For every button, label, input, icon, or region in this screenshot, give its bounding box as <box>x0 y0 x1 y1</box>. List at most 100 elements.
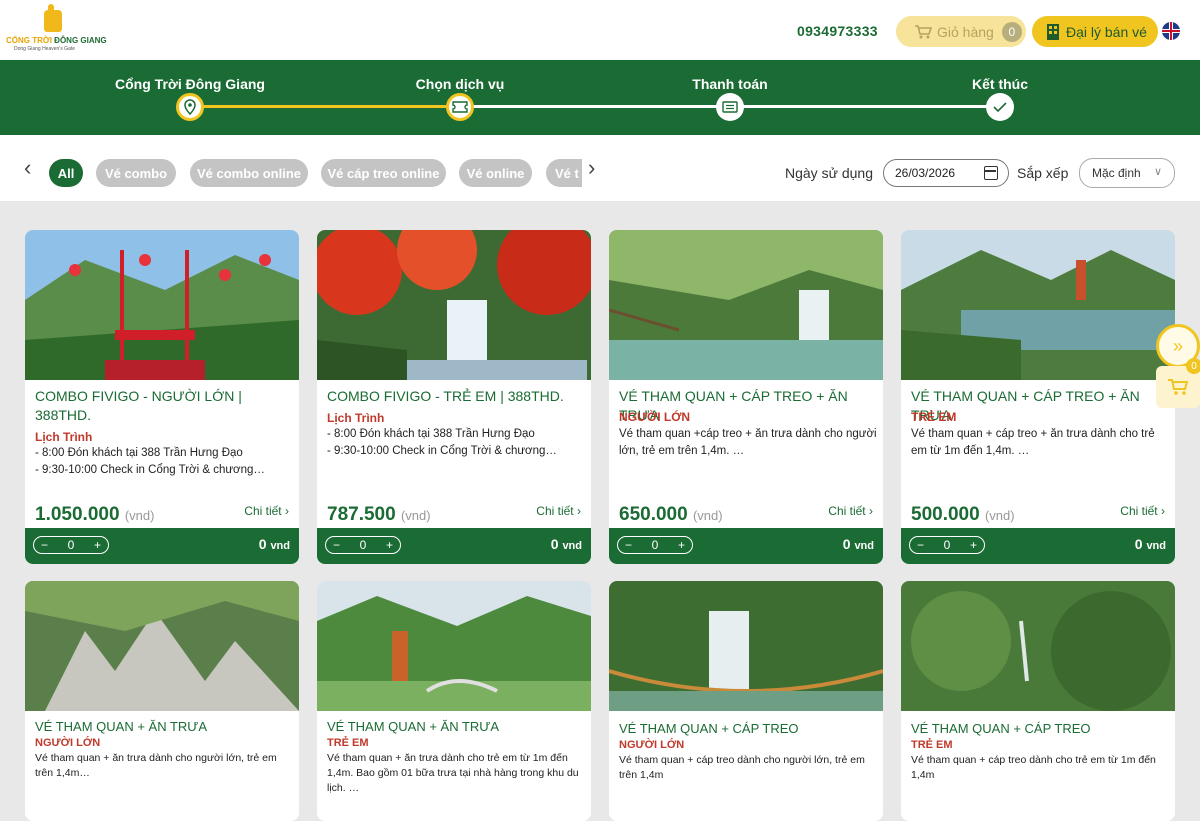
cart-icon <box>1168 379 1189 395</box>
card-footer: −0 + 0 vnd <box>901 528 1175 564</box>
product-title: VÉ THAM QUAN + CÁP TREO <box>911 721 1091 736</box>
product-subtitle: Lịch Trình <box>327 411 385 425</box>
detail-link[interactable]: Chi tiết › <box>828 504 873 518</box>
line-total: 0 vnd <box>842 536 874 552</box>
product-subtitle: TRẺ EM <box>911 410 957 424</box>
plus-icon[interactable]: + <box>386 538 393 552</box>
check-icon <box>986 93 1014 121</box>
product-image <box>609 230 883 380</box>
quantity-stepper[interactable]: −0 + <box>33 536 109 554</box>
minus-icon[interactable]: − <box>333 538 340 552</box>
filter-bar: ‹ All Vé combo Vé combo online Vé cáp tr… <box>0 135 1200 201</box>
product-card[interactable]: VÉ THAM QUAN + CÁP TREO NGƯỜI LỚN Vé tha… <box>609 581 883 821</box>
product-image <box>901 581 1175 711</box>
product-description: Vé tham quan + ăn trưa dành cho trẻ em t… <box>327 752 579 794</box>
minus-icon[interactable]: − <box>917 538 924 552</box>
chip-ve-online[interactable]: Vé online <box>459 159 532 187</box>
chevron-left-icon[interactable]: ‹ <box>24 157 31 179</box>
header: CỔNG TRỜI ĐÔNG GIANG Dong Giang Heaven's… <box>0 0 1200 60</box>
chip-ve-combo-online[interactable]: Vé combo online <box>190 159 308 187</box>
product-description: Vé tham quan + cáp treo dành cho trẻ em … <box>911 754 1156 781</box>
product-card[interactable]: VÉ THAM QUAN + CÁP TREO + ĂN TRƯA NGƯỜI … <box>609 230 883 564</box>
sort-label: Sắp xếp <box>1017 165 1069 181</box>
product-title: VÉ THAM QUAN + ĂN TRƯA <box>35 719 208 734</box>
cart-label: Giỏ hàng <box>937 23 994 40</box>
agent-label: Đại lý bán vé <box>1066 23 1147 40</box>
card-footer: −0 + 0 vnd <box>609 528 883 564</box>
product-title: COMBO FIVIGO - NGƯỜI LỚN | 388THD. <box>35 388 242 423</box>
product-card[interactable]: COMBO FIVIGO - NGƯỜI LỚN | 388THD. Lịch … <box>25 230 299 564</box>
product-description: - 8:00 Đón khách tại 388 Trần Hưng Đạo -… <box>35 447 265 476</box>
product-subtitle: TRẺ EM <box>911 739 953 751</box>
cart-button[interactable]: Giỏ hàng 0 <box>896 16 1026 47</box>
product-image <box>317 230 591 380</box>
product-description: Vé tham quan + cáp treo + ăn trưa dành c… <box>911 428 1155 457</box>
date-label: Ngày sử dụng <box>785 165 873 181</box>
hotline-phone[interactable]: 0934973333 <box>797 23 878 39</box>
product-card[interactable]: VÉ THAM QUAN + ĂN TRƯA NGƯỜI LỚN Vé tham… <box>25 581 299 821</box>
floating-widget: » 0 <box>1156 320 1200 410</box>
uk-flag-icon[interactable] <box>1162 22 1180 40</box>
thumbs-up-logo-icon <box>44 4 62 32</box>
sort-select[interactable]: Mặc định ∨ <box>1079 158 1175 188</box>
minus-icon[interactable]: − <box>41 538 48 552</box>
quantity-stepper[interactable]: −0 + <box>617 536 693 554</box>
logo[interactable]: CỔNG TRỜI ĐÔNG GIANG Dong Giang Heaven's… <box>6 4 107 54</box>
payment-icon <box>716 93 744 121</box>
step-4: Kết thúc <box>920 60 1080 121</box>
product-card[interactable]: VÉ THAM QUAN + CÁP TREO TRẺ EM Vé tham q… <box>901 581 1175 821</box>
product-image <box>901 230 1175 380</box>
product-subtitle: TRẺ EM <box>327 737 369 749</box>
product-image <box>609 581 883 711</box>
product-card[interactable]: COMBO FIVIGO - TRẺ EM | 388THD. Lịch Trì… <box>317 230 591 564</box>
product-price: 1.050.000 (vnd) <box>35 504 155 525</box>
product-card[interactable]: VÉ THAM QUAN + ĂN TRƯA TRẺ EM Vé tham qu… <box>317 581 591 821</box>
product-card[interactable]: VÉ THAM QUAN + CÁP TREO + ĂN TRƯA TRẺ EM… <box>901 230 1175 564</box>
chip-ve-combo[interactable]: Vé combo <box>96 159 176 187</box>
step-3: Thanh toán <box>650 60 810 121</box>
product-subtitle: NGƯỜI LỚN <box>619 739 685 751</box>
product-price: 650.000 (vnd) <box>619 504 723 525</box>
product-description: - 8:00 Đón khách tại 388 Trần Hưng Đạo -… <box>327 428 557 457</box>
step-1: Cổng Trời Đông Giang <box>110 60 270 121</box>
product-image <box>25 581 299 711</box>
step-progress-done <box>190 105 460 108</box>
checkout-steps: Cổng Trời Đông Giang Chọn dịch vụ Thanh … <box>0 60 1200 135</box>
line-total: 0 vnd <box>550 536 582 552</box>
agent-button[interactable]: Đại lý bán vé <box>1032 16 1158 47</box>
chip-ve-truncated[interactable]: Vé t <box>546 159 582 187</box>
product-image <box>317 581 591 711</box>
plus-icon[interactable]: + <box>678 538 685 552</box>
card-footer: −0 + 0 vnd <box>25 528 299 564</box>
chevron-right-icon[interactable]: › <box>588 157 595 179</box>
line-total: 0 vnd <box>1134 536 1166 552</box>
minus-icon[interactable]: − <box>625 538 632 552</box>
map-pin-icon <box>176 93 204 121</box>
detail-link[interactable]: Chi tiết › <box>536 504 581 518</box>
product-subtitle: Lịch Trình <box>35 430 93 444</box>
product-price: 787.500 (vnd) <box>327 504 431 525</box>
quantity-stepper[interactable]: −0 + <box>909 536 985 554</box>
detail-link[interactable]: Chi tiết › <box>244 504 289 518</box>
plus-icon[interactable]: + <box>94 538 101 552</box>
cart-icon <box>915 24 932 38</box>
date-input[interactable]: 26/03/2026 <box>883 159 1009 187</box>
cart-count-badge: 0 <box>1001 21 1022 42</box>
detail-link[interactable]: Chi tiết › <box>1120 504 1165 518</box>
calendar-icon[interactable] <box>984 166 998 180</box>
product-description: Vé tham quan + cáp treo dành cho người l… <box>619 754 865 781</box>
quantity-stepper[interactable]: −0 + <box>325 536 401 554</box>
ticket-icon <box>446 93 474 121</box>
chevron-down-icon: ∨ <box>1153 166 1162 178</box>
chip-all[interactable]: All <box>49 159 83 187</box>
product-subtitle: NGƯỜI LỚN <box>35 737 101 749</box>
line-total: 0 vnd <box>258 536 290 552</box>
card-footer: −0 + 0 vnd <box>317 528 591 564</box>
plus-icon[interactable]: + <box>970 538 977 552</box>
floating-cart-count: 0 <box>1186 358 1200 374</box>
product-price: 500.000 (vnd) <box>911 504 1015 525</box>
product-title: VÉ THAM QUAN + CÁP TREO <box>619 721 799 736</box>
step-2: Chọn dịch vụ <box>380 60 540 121</box>
product-description: Vé tham quan + ăn trưa dành cho người lớ… <box>35 752 277 779</box>
chip-ve-cap-treo-online[interactable]: Vé cáp treo online <box>321 159 446 187</box>
